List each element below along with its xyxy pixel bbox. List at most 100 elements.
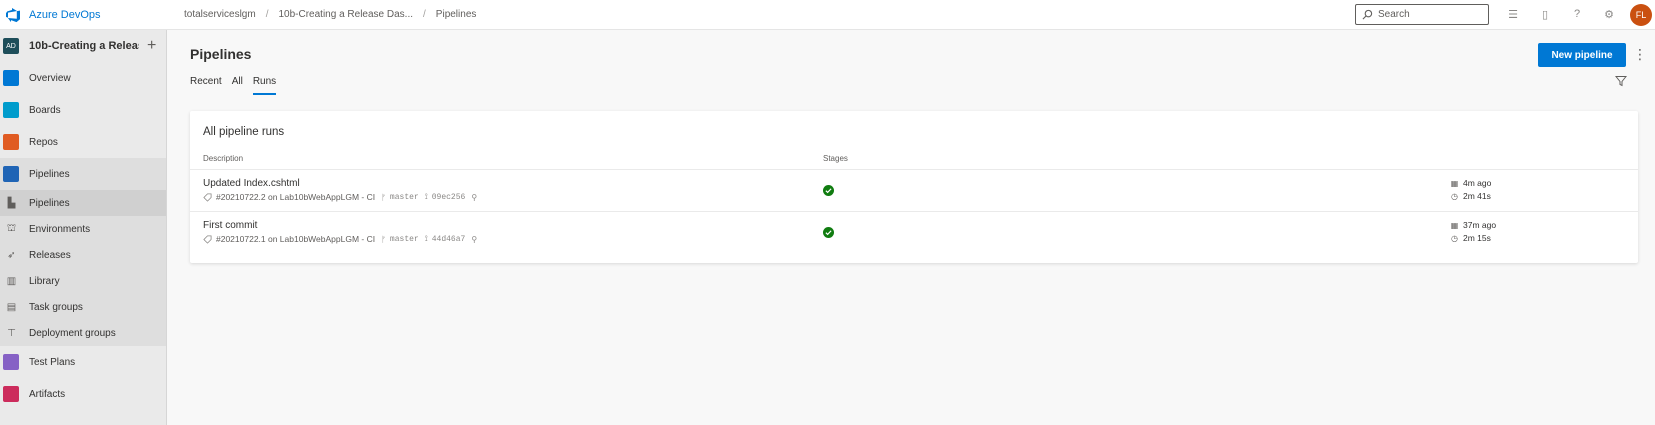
sidebar-item-label: Boards	[29, 104, 61, 116]
run-duration: ◷ 2m 15s	[1450, 233, 1491, 243]
sidebar-subitem-label: Library	[29, 275, 60, 287]
run-title: Updated Index.cshtml	[203, 178, 300, 189]
avatar[interactable]: FL	[1630, 4, 1652, 26]
brand-name: Azure DevOps	[29, 8, 101, 21]
sidebar-item-overview[interactable]: Overview	[0, 62, 166, 94]
sidebar-subitem-library[interactable]: ▥ Library	[0, 268, 166, 294]
clock-icon: ◷	[1451, 191, 1458, 201]
run-duration: ◷ 2m 41s	[1450, 191, 1491, 201]
pin-icon[interactable]: ⚲	[471, 193, 477, 202]
environments-icon: ⛫	[6, 222, 17, 234]
column-header-description: Description	[203, 154, 244, 163]
run-time-ago: ▦ 4m ago	[1450, 178, 1492, 188]
add-icon[interactable]: +	[147, 38, 156, 54]
sidebar-item-test-plans[interactable]: Test Plans	[0, 346, 166, 378]
project-badge: AD	[3, 38, 19, 54]
tag-icon	[203, 192, 212, 202]
azure-devops-logo-icon	[6, 7, 20, 22]
run-details: #20210722.1 on Lab10bWebAppLGM - CI ᚠ ma…	[203, 234, 477, 244]
sidebar-item-label: Pipelines	[29, 168, 70, 180]
breadcrumb-project[interactable]: 10b-Creating a Release Das...	[278, 9, 413, 20]
sidebar-item-label: Test Plans	[29, 356, 76, 368]
run-id: #20210722.2 on Lab10bWebAppLGM - CI	[216, 192, 376, 202]
sidebar-subitem-environments[interactable]: ⛫ Environments	[0, 216, 166, 242]
boards-icon	[3, 102, 19, 118]
sidebar-subitem-label: Deployment groups	[29, 327, 116, 339]
new-pipeline-button[interactable]: New pipeline	[1538, 43, 1626, 67]
breadcrumb-page[interactable]: Pipelines	[436, 9, 477, 20]
run-commit: 09ec256	[431, 192, 466, 202]
run-time-ago: ▦ 37m ago	[1450, 220, 1496, 230]
pipelines-group: Pipelines ▙ Pipelines ⛫ Environments ➶ R…	[0, 158, 166, 346]
marketplace-icon[interactable]: ▯	[1537, 6, 1553, 22]
search-placeholder: Search	[1378, 9, 1410, 20]
project-selector[interactable]: AD 10b-Creating a Release... +	[0, 30, 166, 62]
work-items-icon[interactable]: ☰	[1505, 6, 1521, 22]
sidebar-item-boards[interactable]: Boards	[0, 94, 166, 126]
main-content: Pipelines New pipeline ⋮ Recent All Runs…	[167, 30, 1655, 425]
artifacts-icon	[3, 386, 19, 402]
sidebar-subitem-label: Pipelines	[29, 197, 70, 209]
tag-icon	[203, 234, 212, 244]
tab-all[interactable]: All	[232, 76, 243, 95]
sidebar-subitem-releases[interactable]: ➶ Releases	[0, 242, 166, 268]
sidebar-item-artifacts[interactable]: Artifacts	[0, 378, 166, 410]
releases-icon: ➶	[7, 249, 16, 261]
sidebar-subitem-deployment-groups[interactable]: ⊤ Deployment groups	[0, 320, 166, 346]
table-row[interactable]: Updated Index.cshtml #20210722.2 on Lab1…	[190, 169, 1638, 211]
run-time-ago-text: 4m ago	[1463, 178, 1492, 188]
top-bar: Azure DevOps totalserviceslgm / 10b-Crea…	[0, 0, 1655, 30]
branch-icon: ᚠ	[381, 192, 386, 202]
sidebar-subitem-pipelines[interactable]: ▙ Pipelines	[0, 190, 166, 216]
overview-icon	[3, 70, 19, 86]
breadcrumb: totalserviceslgm / 10b-Creating a Releas…	[176, 9, 484, 20]
tab-bar: Recent All Runs	[190, 76, 286, 95]
run-branch: master	[389, 234, 419, 244]
repos-icon	[3, 134, 19, 150]
filter-icon[interactable]	[1615, 75, 1627, 87]
page-title: Pipelines	[190, 46, 252, 62]
pipelines-icon	[3, 166, 19, 182]
sidebar-subitem-label: Task groups	[29, 301, 83, 313]
clock-icon: ◷	[1451, 233, 1458, 243]
breadcrumb-separator: /	[423, 9, 426, 20]
user-settings-icon[interactable]: ⚙	[1601, 6, 1617, 22]
table-row[interactable]: First commit #20210722.1 on Lab10bWebApp…	[190, 211, 1638, 253]
calendar-icon: ▦	[1450, 178, 1459, 188]
brand[interactable]: Azure DevOps	[0, 0, 166, 30]
run-commit: 44d46a7	[431, 234, 466, 244]
branch-icon: ᚠ	[381, 234, 386, 244]
stage-success-icon[interactable]	[823, 185, 834, 196]
tab-recent[interactable]: Recent	[190, 76, 222, 95]
more-options-icon[interactable]: ⋮	[1633, 45, 1647, 65]
run-duration-text: 2m 41s	[1463, 191, 1491, 201]
card-title: All pipeline runs	[203, 126, 285, 138]
sidebar-item-label: Overview	[29, 72, 71, 84]
sidebar-item-pipelines[interactable]: Pipelines	[0, 158, 166, 190]
sidebar: AD 10b-Creating a Release... + Overview …	[0, 30, 167, 425]
run-time-ago-text: 37m ago	[1463, 220, 1497, 230]
breadcrumb-organization[interactable]: totalserviceslgm	[184, 9, 256, 20]
help-icon[interactable]: ?	[1569, 6, 1585, 22]
run-id: #20210722.1 on Lab10bWebAppLGM - CI	[216, 234, 376, 244]
sidebar-subitem-task-groups[interactable]: ▤ Task groups	[0, 294, 166, 320]
library-icon: ▥	[6, 275, 17, 287]
sidebar-item-repos[interactable]: Repos	[0, 126, 166, 158]
pin-icon[interactable]: ⚲	[471, 235, 477, 244]
tab-runs[interactable]: Runs	[252, 76, 277, 95]
commit-icon: ⟟	[424, 192, 428, 201]
stage-success-icon[interactable]	[823, 227, 834, 238]
pipeline-runs-card: All pipeline runs Description Stages Upd…	[190, 111, 1638, 263]
test-plans-icon	[3, 354, 19, 370]
top-icons: ☰ ▯ ? ⚙	[1505, 6, 1633, 22]
sidebar-subitem-label: Releases	[29, 249, 71, 261]
project-name: 10b-Creating a Release...	[29, 40, 139, 52]
sidebar-subitem-label: Environments	[29, 223, 91, 235]
pipelines-sub-icon: ▙	[7, 197, 16, 209]
run-branch: master	[389, 192, 419, 202]
search-input[interactable]: Search	[1355, 4, 1489, 25]
breadcrumb-separator: /	[265, 9, 269, 20]
commit-icon: ⟟	[424, 234, 428, 243]
sidebar-item-label: Repos	[29, 136, 58, 148]
deployment-groups-icon: ⊤	[7, 327, 16, 339]
